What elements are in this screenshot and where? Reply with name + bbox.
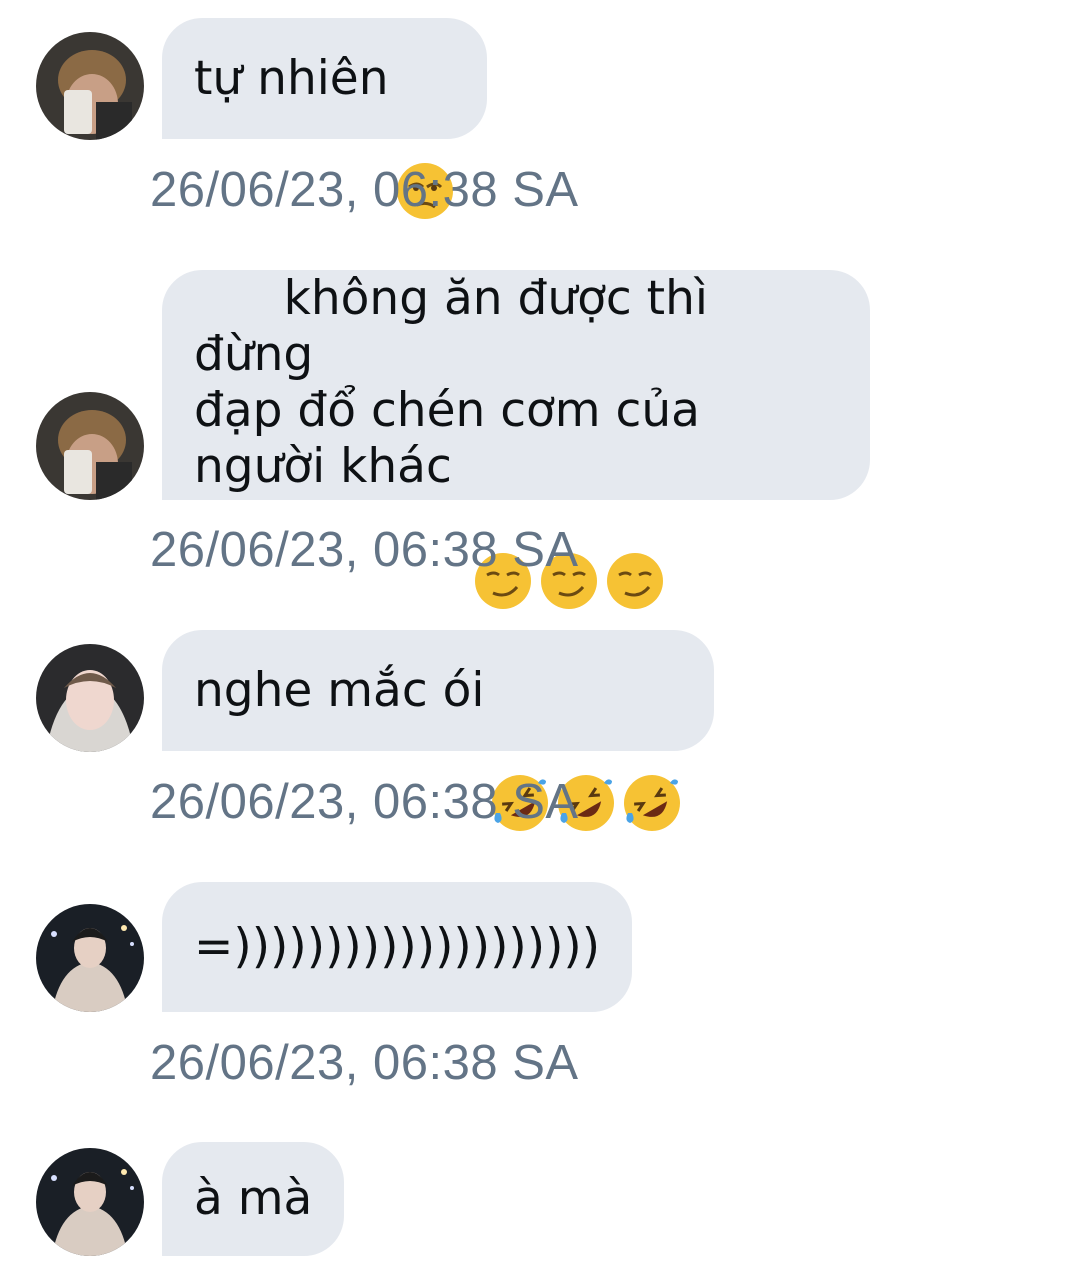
smirking-face-emoji: [539, 439, 599, 610]
night-street-avatar: [36, 1148, 144, 1256]
message-text: =)))))))))))))))))))): [194, 919, 601, 974]
rofl-face-emoji: [556, 661, 616, 831]
timestamp: 26/06/23, 06:38 SA: [150, 1036, 579, 1090]
rofl-face-emoji: [622, 661, 682, 831]
avatar[interactable]: [36, 644, 144, 752]
avatar[interactable]: [36, 392, 144, 500]
message-bubble[interactable]: =)))))))))))))))))))): [162, 882, 633, 1012]
message-bubble[interactable]: à mà: [162, 1142, 345, 1256]
message-text: nghe mắc ói: [194, 662, 485, 718]
message-bubble[interactable]: nghe mắc ói: [162, 630, 715, 831]
rofl-face-emoji: [490, 661, 550, 831]
hoodie-portrait-avatar: [36, 644, 144, 752]
timestamp: 26/06/23, 06:38 SA: [150, 163, 579, 217]
avatar[interactable]: [36, 1148, 144, 1256]
night-street-avatar: [36, 904, 144, 1012]
unamused-face-emoji: [395, 49, 455, 219]
message-text: à mà: [194, 1171, 313, 1226]
message-bubble[interactable]: không ăn được thì đừng đạp đổ chén cơm c…: [162, 270, 870, 610]
mirror-selfie-avatar: [36, 392, 144, 500]
smirking-face-emoji: [605, 439, 665, 610]
message-text: tự nhiên: [194, 50, 389, 106]
mirror-selfie-avatar: [36, 32, 144, 140]
smirking-face-emoji: [473, 439, 533, 610]
timestamp: 26/06/23, 06:38 SA: [150, 775, 579, 829]
timestamp: 26/06/23, 06:38 SA: [150, 523, 579, 577]
avatar[interactable]: [36, 904, 144, 1012]
avatar[interactable]: [36, 32, 144, 140]
message-bubble[interactable]: tự nhiên: [162, 18, 487, 219]
